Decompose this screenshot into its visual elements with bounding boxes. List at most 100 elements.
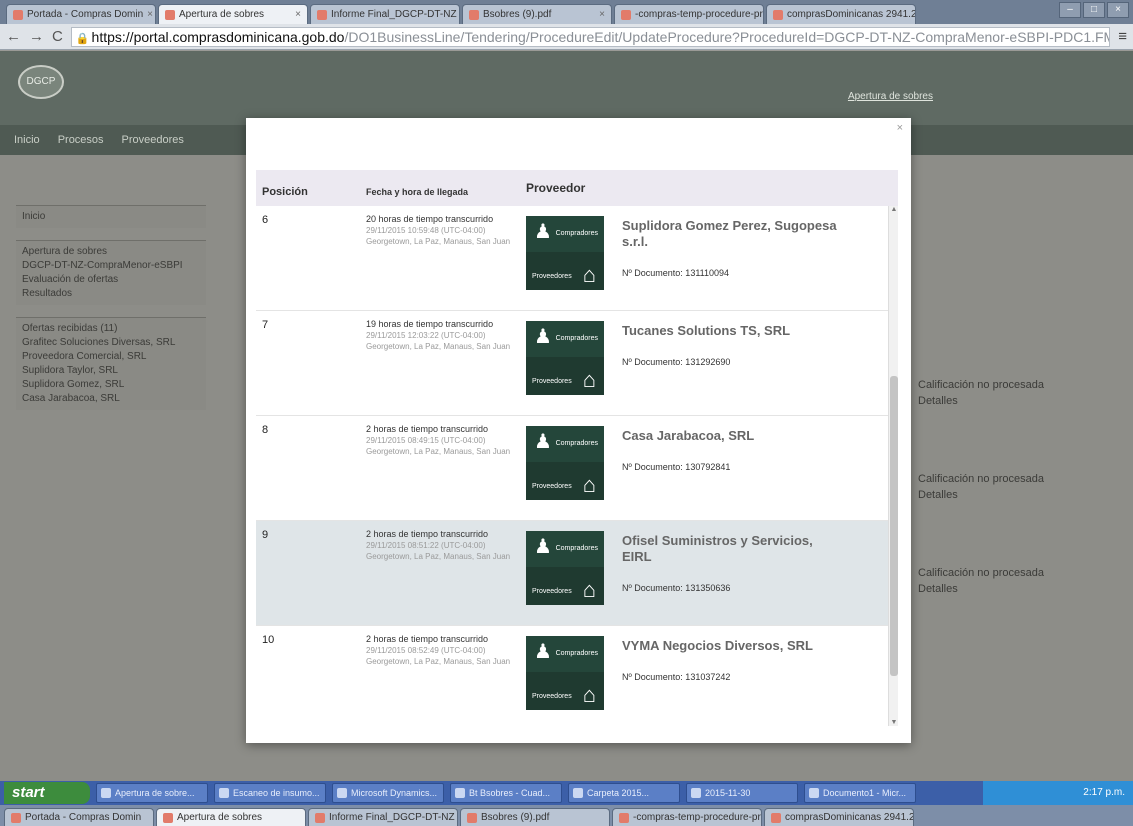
arrival-timezone: Georgetown, La Paz, Manaus, San Juan [366, 657, 511, 666]
taskbar-item[interactable]: Documento1 - Micr... [804, 783, 916, 803]
close-icon[interactable]: × [897, 122, 903, 134]
browser-tab[interactable]: Bsobres (9).pdf [460, 808, 610, 826]
sidebar-item[interactable]: Evaluación de ofertas [22, 273, 200, 287]
sidebar-item[interactable]: Casa Jarabacoa, SRL [22, 392, 200, 406]
sidebar-item[interactable]: Ofertas recibidas (11) [22, 322, 200, 336]
start-button[interactable]: start [4, 782, 90, 804]
nav-item[interactable]: Procesos [58, 134, 104, 146]
table-row[interactable]: 8 2 horas de tiempo transcurrido 29/11/2… [256, 416, 898, 521]
browser-tab[interactable]: -compras-temp-procedure-pr× [614, 4, 764, 24]
table-header: Posición Fecha y hora de llegada Proveed… [256, 170, 898, 206]
nav-item[interactable]: Inicio [14, 134, 40, 146]
scroll-up-icon[interactable]: ▲ [889, 206, 898, 213]
tab-favicon-icon [317, 9, 327, 20]
maximize-icon[interactable]: □ [1083, 2, 1105, 18]
browser-tab[interactable]: Informe Final_DGCP-DT-NZ [308, 808, 458, 826]
row-arrival: 2 horas de tiempo transcurrido 29/11/201… [366, 521, 526, 625]
browser-tab-active[interactable]: Apertura de sobres × [158, 4, 308, 24]
page-user-link[interactable]: Apertura de sobres [848, 91, 933, 102]
sidebar-item[interactable]: Suplidora Taylor, SRL [22, 364, 200, 378]
browser-tab[interactable]: comprasDominicanas 2941.27 [764, 808, 914, 826]
right-panel-item[interactable]: Detalles [918, 487, 1118, 503]
table-row[interactable]: 6 20 horas de tiempo transcurrido 29/11/… [256, 206, 898, 311]
elapsed-time: 2 horas de tiempo transcurrido [366, 634, 489, 644]
arrival-timezone: Georgetown, La Paz, Manaus, San Juan [366, 342, 511, 351]
url-input[interactable]: 🔒 https://portal.comprasdominicana.gob.do… [70, 26, 1111, 47]
taskbar-item[interactable]: Carpeta 2015... [568, 783, 680, 803]
arrival-datetime: 29/11/2015 10:59:48 (UTC-04:00) [366, 226, 486, 235]
elapsed-time: 19 horas de tiempo transcurrido [366, 319, 494, 329]
provider-document: Nº Documento: 131110094 [622, 268, 730, 278]
provider-logo: ♟ Compradores Proveedores ⌂ [526, 426, 604, 500]
taskbar-item[interactable]: Microsoft Dynamics... [332, 783, 444, 803]
minimize-icon[interactable]: – [1059, 2, 1081, 18]
scroll-down-icon[interactable]: ▼ [889, 719, 898, 726]
provider-name[interactable]: VYMA Negocios Diversos, SRL [622, 638, 842, 654]
arrival-datetime: 29/11/2015 08:49:15 (UTC-04:00) [366, 436, 486, 445]
site-logo[interactable]: DGCP [18, 65, 64, 99]
close-icon[interactable]: × [147, 9, 153, 20]
row-position: 9 [262, 529, 269, 541]
browser-tab[interactable]: Portada - Compras Domin [4, 808, 154, 826]
provider-logo: ♟ Compradores Proveedores ⌂ [526, 321, 604, 395]
sidebar-item[interactable]: Grafitec Soluciones Diversas, SRL [22, 336, 200, 350]
sidebar-item[interactable]: Apertura de sobres [22, 245, 200, 259]
sidebar-item[interactable]: DGCP-DT-NZ-CompraMenor-eSBPI [22, 259, 200, 273]
table-row-highlighted[interactable]: 9 2 horas de tiempo transcurrido 29/11/2… [256, 521, 898, 626]
row-provider: ♟ Compradores Proveedores ⌂ Ofisel Sumin… [526, 521, 898, 625]
scroll-thumb[interactable] [890, 376, 898, 676]
right-panel-item[interactable]: Detalles [918, 581, 1118, 597]
system-tray-clock[interactable]: 2:17 p.m. [983, 781, 1133, 805]
sidebar-item[interactable]: Inicio [22, 210, 200, 224]
provider-logo: ♟ Compradores Proveedores ⌂ [526, 531, 604, 605]
table-row[interactable]: 10 2 horas de tiempo transcurrido 29/11/… [256, 626, 898, 730]
tab-favicon-icon [165, 9, 175, 20]
browser-tab[interactable]: Portada - Compras Domin × [6, 4, 156, 24]
arrival-datetime: 29/11/2015 08:52:49 (UTC-04:00) [366, 646, 486, 655]
tab-favicon-icon [773, 9, 783, 20]
provider-name[interactable]: Suplidora Gomez Perez, Sugopesa s.r.l. [622, 218, 842, 250]
taskbar-item[interactable]: Bt Bsobres - Cuad... [450, 783, 562, 803]
column-header-position: Posición [262, 186, 308, 198]
sidebar-item[interactable]: Proveedora Comercial, SRL [22, 350, 200, 364]
right-panel-item: Calificación no procesada [918, 567, 1044, 579]
browser-tab-active[interactable]: Apertura de sobres [156, 808, 306, 826]
address-bar: ← → C 🔒 https://portal.comprasdominicana.… [0, 24, 1133, 50]
browser-tab-strip: Portada - Compras Domin × Apertura de sob… [0, 0, 1133, 24]
sidebar-item[interactable]: Resultados [22, 287, 200, 301]
house-icon: ⌂ [582, 682, 596, 707]
reload-icon[interactable]: C [52, 28, 63, 45]
provider-document: Nº Documento: 131292690 [622, 357, 731, 367]
browser-tab[interactable]: Informe Final_DGCP-DT-NZ× [310, 4, 460, 24]
table-row[interactable]: 7 19 horas de tiempo transcurrido 29/11/… [256, 311, 898, 416]
browser-tab[interactable]: -compras-temp-procedure-pr [612, 808, 762, 826]
right-panel-item: Calificación no procesada [918, 379, 1044, 391]
close-window-icon[interactable]: × [1107, 2, 1129, 18]
house-icon: ⌂ [582, 577, 596, 602]
house-icon: ⌂ [582, 472, 596, 497]
browser-tab[interactable]: comprasDominicanas 2941.27× [766, 4, 916, 24]
sidebar-item[interactable]: Suplidora Gomez, SRL [22, 378, 200, 392]
forward-arrow-icon[interactable]: → [29, 28, 44, 45]
modal-scrollbar[interactable]: ▲ ▼ [888, 206, 898, 726]
provider-document: Nº Documento: 131350636 [622, 583, 731, 593]
provider-name[interactable]: Tucanes Solutions TS, SRL [622, 323, 842, 339]
lock-icon: 🔒 [75, 32, 90, 45]
menu-icon[interactable]: ≡ [1118, 28, 1127, 45]
sidebar-box: Ofertas recibidas (11) Grafitec Solucion… [16, 317, 206, 410]
taskbar-item[interactable]: Apertura de sobre... [96, 783, 208, 803]
provider-name[interactable]: Ofisel Suministros y Servicios, EIRL [622, 533, 842, 565]
taskbar-item[interactable]: 2015-11-30 [686, 783, 798, 803]
house-icon: ⌂ [582, 367, 596, 392]
browser-tab[interactable]: Bsobres (9).pdf × [462, 4, 612, 24]
close-icon[interactable]: × [295, 9, 301, 20]
taskbar-item[interactable]: Escaneo de insumo... [214, 783, 326, 803]
close-icon[interactable]: × [599, 9, 605, 20]
provider-name[interactable]: Casa Jarabacoa, SRL [622, 428, 842, 444]
right-panel-item: Calificación no procesada [918, 473, 1044, 485]
right-panel-item[interactable]: Detalles [918, 393, 1118, 409]
arrival-datetime: 29/11/2015 12:03:22 (UTC-04:00) [366, 331, 486, 340]
provider-logo: ♟ Compradores Proveedores ⌂ [526, 216, 604, 290]
nav-item[interactable]: Proveedores [122, 134, 184, 146]
back-arrow-icon[interactable]: ← [6, 28, 21, 45]
